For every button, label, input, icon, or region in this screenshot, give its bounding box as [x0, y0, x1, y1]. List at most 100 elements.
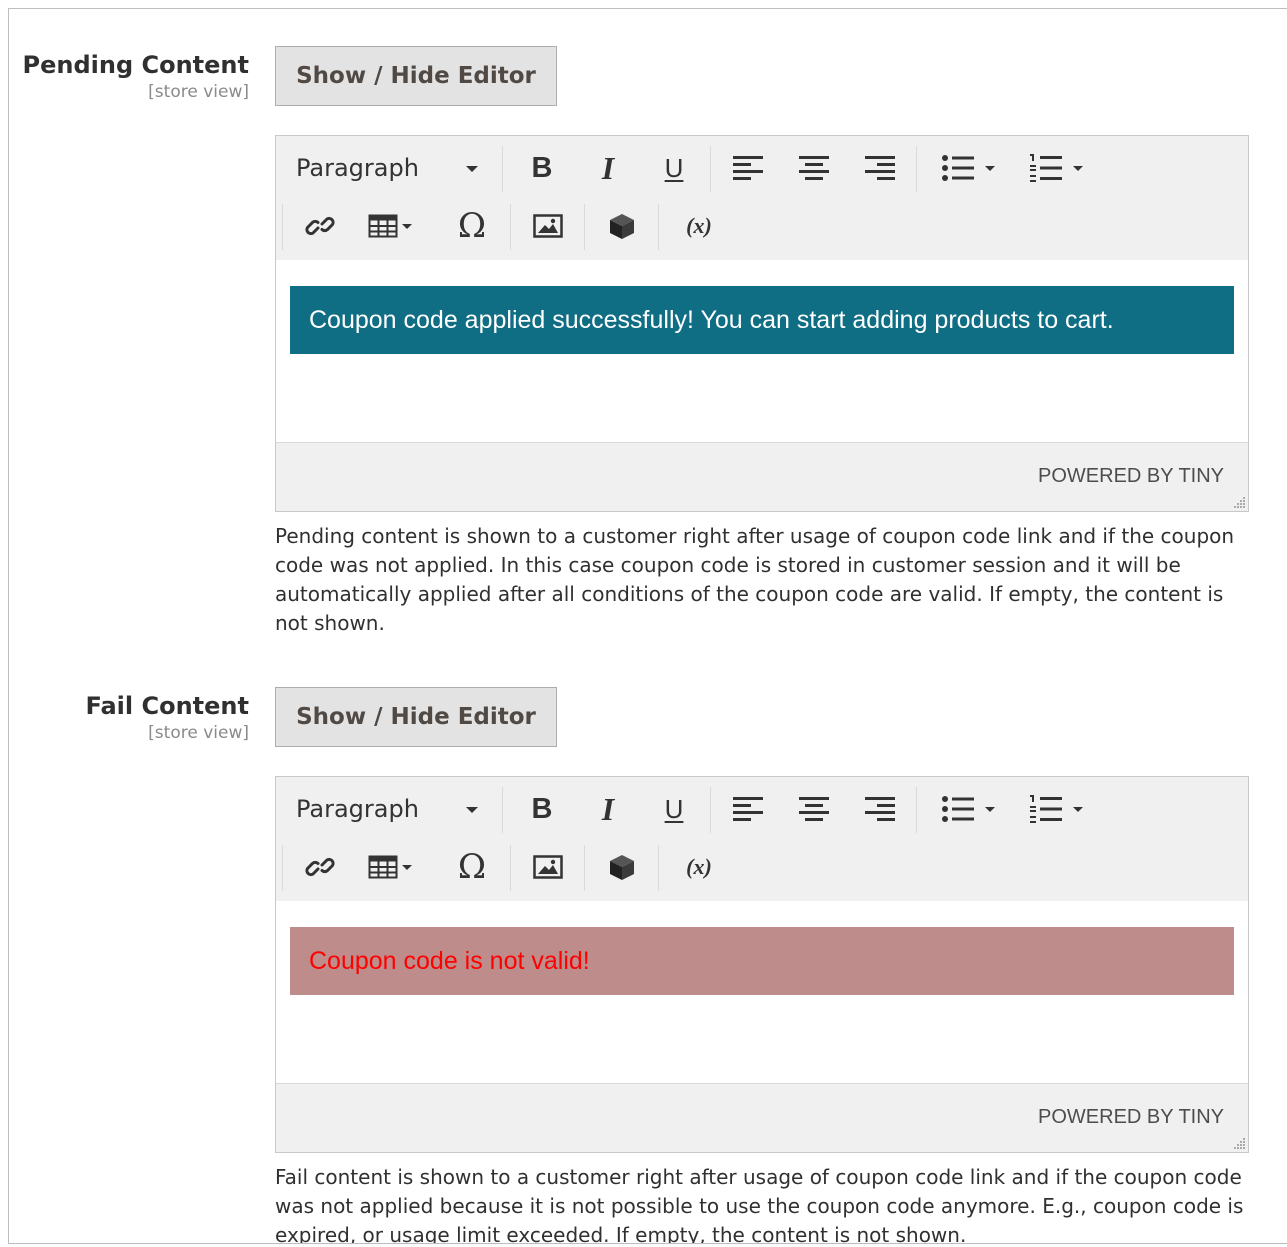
powered-by-tiny-link[interactable]: POWERED BY TINY: [1038, 1106, 1224, 1129]
italic-button[interactable]: I: [588, 146, 628, 190]
insert-variable-button[interactable]: (x): [674, 845, 724, 889]
toolbar-separator: [710, 146, 711, 192]
success-message[interactable]: Coupon code applied successfully! You ca…: [290, 286, 1234, 354]
insert-variable-button[interactable]: (x): [674, 204, 724, 248]
error-message[interactable]: Coupon code is not valid!: [290, 927, 1234, 995]
toolbar-separator: [510, 204, 511, 250]
underline-icon: U: [664, 152, 684, 183]
field-label: Fail Content: [85, 692, 250, 720]
variable-icon: (x): [686, 854, 712, 879]
align-left-icon: [733, 797, 763, 821]
toolbar-separator: [658, 204, 659, 250]
insert-link-button[interactable]: [298, 204, 342, 248]
table-icon: [368, 214, 398, 238]
field-label: Pending Content: [22, 51, 249, 79]
toolbar-separator: [584, 845, 585, 891]
bold-button[interactable]: B: [522, 146, 562, 190]
editor-content-area[interactable]: Coupon code is not valid!: [276, 901, 1248, 1084]
align-left-button[interactable]: [728, 787, 768, 831]
toolbar-separator: [658, 845, 659, 891]
wysiwyg-editor: Paragraph B I U: [275, 776, 1249, 1153]
block-format-value: Paragraph: [296, 154, 419, 182]
align-center-button[interactable]: [794, 146, 834, 190]
bold-button[interactable]: B: [522, 787, 562, 831]
chevron-down-icon: [402, 223, 412, 229]
toolbar-separator: [710, 787, 711, 833]
toolbar-row-insert: Ω (x): [276, 839, 1248, 895]
bullet-list-icon: [942, 796, 974, 822]
link-icon: [305, 216, 335, 236]
chevron-down-icon: [466, 166, 478, 172]
image-icon: [533, 214, 563, 238]
show-hide-editor-button[interactable]: Show / Hide Editor: [275, 687, 557, 747]
insert-table-button[interactable]: [360, 204, 420, 248]
align-center-button[interactable]: [794, 787, 834, 831]
align-right-icon: [865, 156, 895, 180]
toolbar-separator: [510, 845, 511, 891]
toolbar-separator: [916, 146, 917, 192]
editor-content-area[interactable]: Coupon code applied successfully! You ca…: [276, 260, 1248, 443]
field-note: Fail content is shown to a customer righ…: [275, 1165, 1244, 1244]
chevron-down-icon: [1073, 165, 1083, 171]
editor-toolbar: Paragraph B I U Ω (x): [276, 136, 1248, 261]
insert-link-button[interactable]: [298, 845, 342, 889]
special-character-icon: Ω: [457, 206, 487, 246]
insert-widget-button[interactable]: [600, 204, 644, 248]
toolbar-separator: [282, 204, 283, 250]
underline-button[interactable]: U: [654, 787, 694, 831]
bold-icon: B: [531, 151, 553, 184]
special-character-button[interactable]: Ω: [450, 204, 494, 248]
align-right-button[interactable]: [860, 146, 900, 190]
chevron-down-icon: [985, 165, 995, 171]
insert-widget-button[interactable]: [600, 845, 644, 889]
toolbar-separator: [282, 845, 283, 891]
bullet-list-button[interactable]: [932, 787, 1004, 831]
resize-handle-icon[interactable]: [1232, 1136, 1246, 1150]
powered-by-tiny-link[interactable]: POWERED BY TINY: [1038, 465, 1224, 488]
numbered-list-button[interactable]: [1020, 146, 1092, 190]
bullet-list-icon: [942, 155, 974, 181]
field-scope: [store view]: [148, 82, 249, 102]
toolbar-separator: [502, 146, 503, 192]
config-panel: Pending Content [store view] Show / Hide…: [8, 8, 1287, 1244]
numbered-list-button[interactable]: [1020, 787, 1092, 831]
toolbar-row-formatting: Paragraph B I U: [276, 781, 1248, 837]
error-message-text: Coupon code is not valid!: [309, 946, 590, 975]
align-left-button[interactable]: [728, 146, 768, 190]
resize-handle-icon[interactable]: [1232, 495, 1246, 509]
italic-icon: I: [601, 790, 615, 827]
numbered-list-icon: [1030, 154, 1062, 182]
underline-button[interactable]: U: [654, 146, 694, 190]
align-center-icon: [799, 156, 829, 180]
block-format-select[interactable]: Paragraph: [288, 146, 488, 190]
block-format-select[interactable]: Paragraph: [288, 787, 488, 831]
editor-statusbar: POWERED BY TINY: [276, 1083, 1248, 1152]
chevron-down-icon: [1073, 806, 1083, 812]
widget-icon: [610, 855, 634, 880]
show-hide-editor-button[interactable]: Show / Hide Editor: [275, 46, 557, 106]
toolbar-separator: [916, 787, 917, 833]
toolbar-row-insert: Ω (x): [276, 198, 1248, 254]
italic-icon: I: [601, 149, 615, 186]
insert-table-button[interactable]: [360, 845, 420, 889]
block-format-value: Paragraph: [296, 795, 419, 823]
variable-icon: (x): [686, 213, 712, 238]
toolbar-separator: [584, 204, 585, 250]
wysiwyg-editor: Paragraph B I U: [275, 135, 1249, 512]
align-center-icon: [799, 797, 829, 821]
insert-image-button[interactable]: [526, 845, 570, 889]
editor-toolbar: Paragraph B I U Ω (x): [276, 777, 1248, 902]
insert-image-button[interactable]: [526, 204, 570, 248]
italic-button[interactable]: I: [588, 787, 628, 831]
table-icon: [368, 855, 398, 879]
field-note: Pending content is shown to a customer r…: [275, 524, 1235, 635]
bullet-list-button[interactable]: [932, 146, 1004, 190]
special-character-button[interactable]: Ω: [450, 845, 494, 889]
widget-icon: [610, 214, 634, 239]
bold-icon: B: [531, 792, 553, 825]
success-message-text: Coupon code applied successfully! You ca…: [309, 305, 1114, 334]
chevron-down-icon: [466, 807, 478, 813]
underline-icon: U: [664, 793, 684, 824]
align-right-button[interactable]: [860, 787, 900, 831]
align-left-icon: [733, 156, 763, 180]
